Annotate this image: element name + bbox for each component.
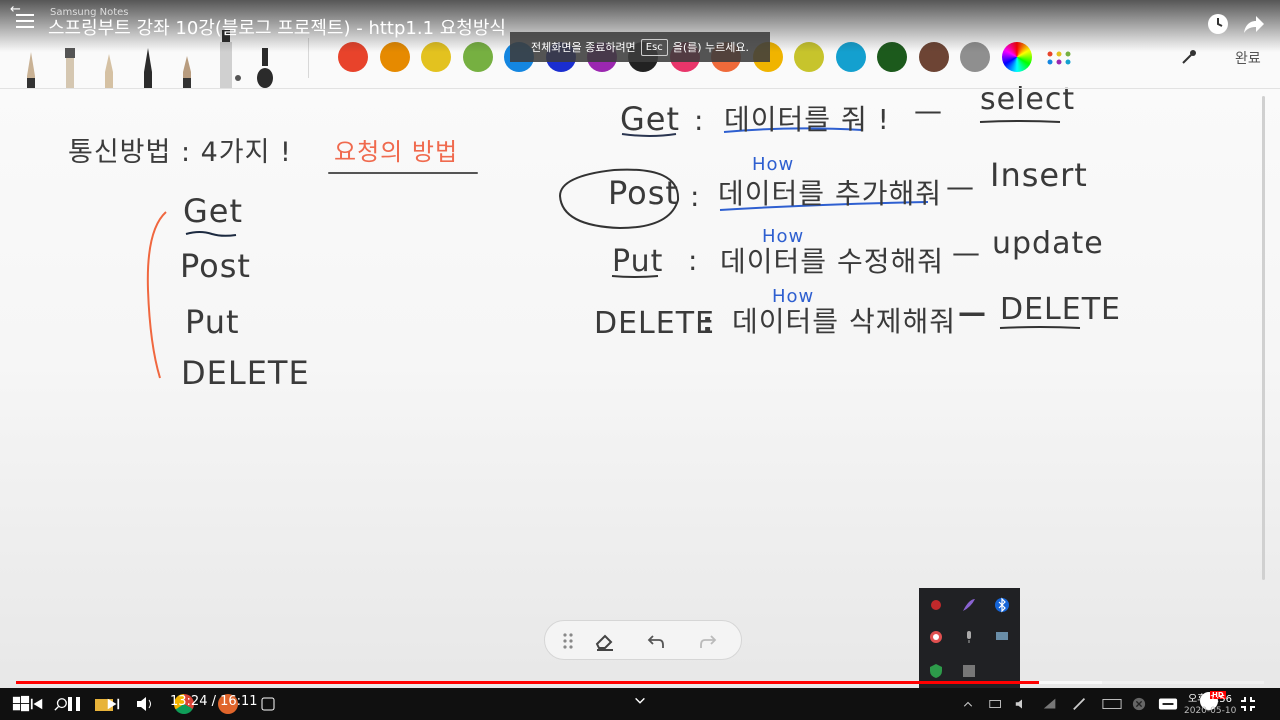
tooltip-text-after: 을(를) 누르세요. [672, 41, 750, 54]
clock-date: 2020-05-10 [1184, 706, 1237, 716]
row-delete-method: DELETE [594, 306, 716, 341]
calligraphy-pen-icon[interactable] [256, 48, 274, 88]
row-get-sep: : [694, 104, 705, 137]
row-post-dash: — [946, 170, 975, 203]
playlist-menu-icon[interactable] [16, 14, 36, 32]
video-progress-bar[interactable] [16, 681, 1264, 684]
volume-icon[interactable] [135, 694, 155, 714]
marker-icon[interactable] [180, 48, 194, 88]
network-tray-icon[interactable] [961, 663, 977, 679]
keyboard-icon[interactable] [1102, 694, 1122, 714]
row-delete-desc: 데이터를 삭제해줘 [732, 305, 956, 338]
close-circle-icon[interactable] [1132, 694, 1146, 714]
row-delete-sep: : [702, 306, 715, 339]
drag-handle-icon[interactable] [557, 630, 579, 652]
row-get-desc: 데이터를 줘 ! [724, 103, 890, 136]
row-put-desc: 데이터를 수정해줘 [720, 245, 944, 278]
row-post-sql: Insert [990, 156, 1088, 194]
row-delete-dash: — [958, 296, 987, 329]
row-delete-sql: DELETE [1000, 292, 1122, 327]
pause-icon[interactable] [66, 694, 82, 714]
row-post-method: Post [608, 174, 679, 212]
speaker-icon[interactable] [1014, 694, 1030, 714]
video-time-readout: 13:24 / 16:11 [170, 694, 258, 709]
captions-icon[interactable] [1158, 694, 1178, 714]
tray-overflow-popup [919, 588, 1020, 688]
fullscreen-exit-tooltip: 전체화면을 종료하려면 Esc 을(를) 누르세요. [510, 32, 770, 62]
feather-tray-icon[interactable] [961, 597, 977, 613]
app-tray-icon[interactable] [928, 597, 944, 613]
row-put-sql: update [992, 226, 1104, 261]
flat-brush-icon[interactable] [61, 48, 79, 88]
row-put-sep: : [688, 244, 699, 277]
next-icon[interactable] [106, 694, 120, 714]
fountain-pen-icon[interactable] [141, 48, 155, 88]
toolbar-divider [0, 88, 1280, 89]
microphone-icon[interactable] [961, 629, 977, 645]
chevron-down-icon[interactable] [633, 691, 647, 711]
watch-later-icon[interactable] [1206, 12, 1230, 36]
exit-fullscreen-icon[interactable] [1240, 694, 1256, 714]
floating-edit-bar [544, 620, 742, 660]
more-colors-icon[interactable] [1047, 50, 1071, 66]
ink-layer: 통신방법 : 4가지 ! 요청의 방법 Get Post Put DELETE … [0, 0, 1280, 720]
record-tray-icon[interactable] [928, 629, 944, 645]
row-post-sep: : [690, 180, 701, 213]
bluetooth-icon[interactable] [994, 597, 1010, 613]
progress-played [16, 681, 1040, 684]
security-tray-icon[interactable] [928, 663, 944, 679]
pencil-icon[interactable] [102, 48, 116, 88]
row-get-dash: — [914, 94, 943, 127]
row-get-method: Get [620, 100, 681, 138]
scrollbar[interactable] [1262, 96, 1265, 580]
previous-icon[interactable] [30, 694, 44, 714]
miniplayer-icon[interactable] [260, 694, 276, 714]
brush-pen-icon[interactable] [24, 48, 38, 88]
share-icon[interactable] [1242, 12, 1266, 36]
chat-tray-icon[interactable] [994, 629, 1010, 645]
pen-tray-icon[interactable] [1072, 694, 1088, 714]
eraser-icon[interactable] [593, 630, 615, 652]
battery-icon[interactable] [988, 694, 1004, 714]
redo-icon[interactable] [697, 630, 719, 652]
row-put-method: Put [612, 244, 664, 279]
chevron-up-icon[interactable] [962, 694, 974, 714]
row-put-dash: — [952, 236, 981, 269]
windows-start-icon[interactable] [12, 694, 30, 714]
undo-icon[interactable] [645, 630, 667, 652]
taskbar: 13:24 / 16:11 HD 오후 1:56 2020-05-10 [0, 688, 1280, 720]
video-title[interactable]: 스프링부트 강좌 10강(블로그 프로젝트) - http1.1 요청방식 [48, 14, 506, 40]
row-post-desc: 데이터를 추가해줘 [718, 177, 942, 210]
wifi-icon[interactable] [1042, 694, 1058, 714]
esc-key-badge: Esc [640, 38, 668, 56]
clock-time: 오후 1:56 [1188, 694, 1233, 705]
tooltip-text-before: 전체화면을 종료하려면 [530, 41, 636, 54]
